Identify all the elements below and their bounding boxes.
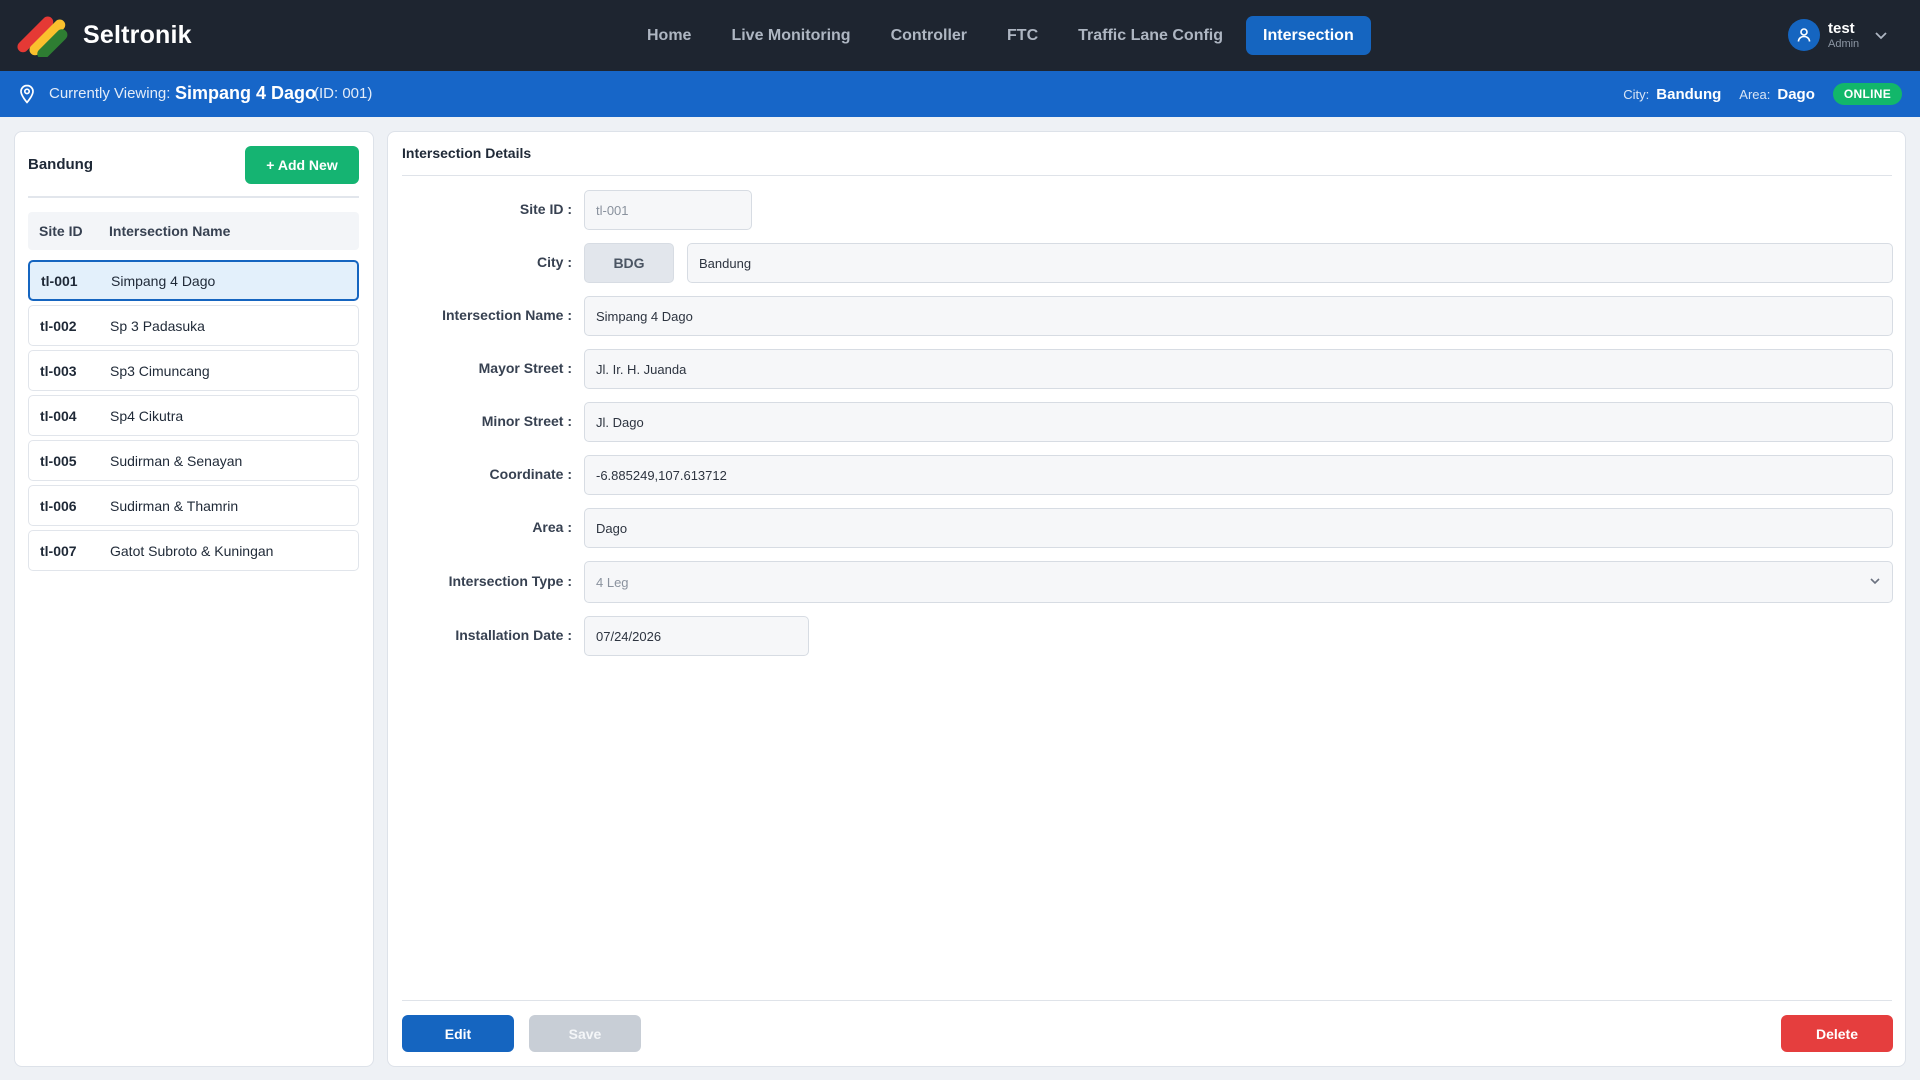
intersection-name: Gatot Subroto & Kuningan (110, 542, 274, 559)
location-pin-icon (20, 84, 34, 104)
site-id: tl-001 (41, 272, 78, 289)
city-label: City : (537, 254, 572, 270)
minor-street-label: Minor Street : (481, 413, 572, 429)
site-id-field[interactable]: tl-001 (584, 190, 752, 230)
intersection-details-panel: Intersection Details Site ID : tl-001 Ci… (387, 131, 1906, 1067)
area-label: Area : (532, 519, 572, 535)
list-header: Site ID Intersection Name (28, 212, 359, 250)
nav-intersection[interactable]: Intersection (1246, 16, 1371, 55)
intersection-list: tl-001 Simpang 4 Dago tl-002 Sp 3 Padasu… (28, 260, 359, 575)
nav-controller[interactable]: Controller (874, 16, 984, 55)
area-field[interactable]: Dago (584, 508, 1893, 548)
intersection-name: Sp4 Cikutra (110, 407, 184, 424)
chevron-down-icon[interactable] (1873, 27, 1889, 43)
intersection-name: Simpang 4 Dago (111, 272, 216, 289)
nav-home[interactable]: Home (630, 16, 708, 55)
list-item[interactable]: tl-007 Gatot Subroto & Kuningan (28, 530, 359, 571)
minor-street-field[interactable]: Jl. Dago (584, 402, 1893, 442)
site-id: tl-006 (40, 497, 77, 514)
divider (402, 175, 1892, 176)
area-key: Area: (1739, 86, 1771, 102)
intersection-type-value: 4 Leg (596, 574, 629, 590)
list-item[interactable]: tl-004 Sp4 Cikutra (28, 395, 359, 436)
user-name: test (1828, 19, 1855, 37)
list-item[interactable]: tl-005 Sudirman & Senayan (28, 440, 359, 481)
column-site-id: Site ID (39, 223, 83, 239)
save-button[interactable]: Save (529, 1015, 641, 1052)
city-value: Bandung (1656, 85, 1722, 103)
site-id: tl-004 (40, 407, 77, 424)
coordinate-field[interactable]: -6.885249,107.613712 (584, 455, 1893, 495)
intersection-list-panel: Bandung + Add New Site ID Intersection N… (14, 131, 374, 1067)
add-new-button[interactable]: + Add New (245, 146, 359, 184)
list-item[interactable]: tl-006 Sudirman & Thamrin (28, 485, 359, 526)
status-badge: ONLINE (1832, 83, 1902, 105)
nav-live-monitoring[interactable]: Live Monitoring (714, 16, 867, 55)
avatar[interactable] (1788, 19, 1820, 51)
mayor-street-label: Mayor Street : (478, 360, 572, 376)
site-id: tl-003 (40, 362, 77, 379)
nav-traffic-lane-config[interactable]: Traffic Lane Config (1061, 16, 1240, 55)
intersection-name: Sp 3 Padasuka (110, 317, 205, 334)
main-nav: Home Live Monitoring Controller FTC Traf… (630, 16, 1377, 55)
current-intersection-id: (ID: 001) (314, 85, 373, 102)
list-city-title: Bandung (28, 156, 93, 173)
city-code-badge: BDG (584, 243, 674, 283)
list-item[interactable]: tl-003 Sp3 Cimuncang (28, 350, 359, 391)
user-role: Admin (1828, 37, 1860, 50)
site-id: tl-005 (40, 452, 77, 469)
top-navbar: Seltronik Home Live Monitoring Controlle… (0, 0, 1920, 71)
current-intersection-name: Simpang 4 Dago (175, 83, 317, 103)
delete-button[interactable]: Delete (1781, 1015, 1893, 1052)
mayor-street-field[interactable]: Jl. Ir. H. Juanda (584, 349, 1893, 389)
intersection-name: Sudirman & Senayan (110, 452, 243, 469)
site-id: tl-002 (40, 317, 77, 334)
brand[interactable]: Seltronik (16, 13, 192, 57)
context-bar: Currently Viewing: Simpang 4 Dago (ID: 0… (0, 71, 1920, 117)
site-id-label: Site ID : (519, 201, 572, 217)
chevron-down-icon (1870, 578, 1880, 585)
site-id: tl-007 (40, 542, 77, 559)
installation-date-label: Installation Date : (455, 627, 572, 643)
intersection-type-select[interactable]: 4 Leg (584, 561, 1893, 603)
intersection-name: Sudirman & Thamrin (110, 497, 239, 514)
area-value: Dago (1777, 85, 1815, 103)
column-intersection-name: Intersection Name (109, 223, 231, 239)
list-item[interactable]: tl-001 Simpang 4 Dago (28, 260, 359, 301)
divider (402, 1000, 1892, 1001)
list-item[interactable]: tl-002 Sp 3 Padasuka (28, 305, 359, 346)
installation-date-field[interactable]: 07/24/2026 (584, 616, 809, 656)
intersection-name: Sp3 Cimuncang (110, 362, 210, 379)
intersection-name-field[interactable]: Simpang 4 Dago (584, 296, 1893, 336)
city-key: City: (1623, 86, 1650, 102)
intersection-type-label: Intersection Type : (448, 573, 572, 589)
current-view-label: Currently Viewing: (49, 85, 171, 102)
user-menu[interactable]: test Admin (1788, 18, 1889, 52)
city-field[interactable]: Bandung (687, 243, 1893, 283)
edit-button[interactable]: Edit (402, 1015, 514, 1052)
logo-icon (17, 16, 68, 57)
nav-ftc[interactable]: FTC (990, 16, 1055, 55)
intersection-name-label: Intersection Name : (442, 307, 572, 323)
brand-name: Seltronik (83, 20, 192, 49)
coordinate-label: Coordinate : (489, 466, 572, 482)
user-icon (1797, 28, 1811, 42)
divider (28, 196, 359, 198)
details-title: Intersection Details (402, 145, 532, 161)
